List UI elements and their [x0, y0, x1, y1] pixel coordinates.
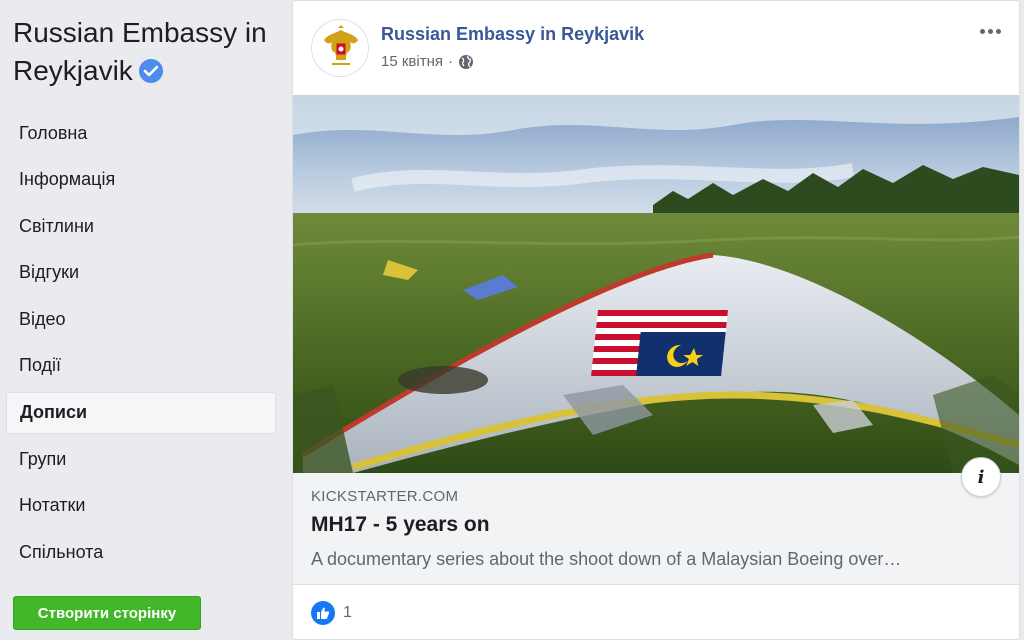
meta-separator: ·: [448, 53, 453, 70]
post-meta: 15 квітня ·: [381, 53, 474, 70]
avatar[interactable]: [311, 19, 369, 77]
nav-item-label: Нотатки: [19, 495, 86, 516]
nav-item-label: Інформація: [19, 169, 116, 190]
nav-item-label: Дописи: [20, 402, 88, 423]
nav-item-about[interactable]: Інформація: [6, 159, 276, 201]
wreckage-photo: [293, 95, 1019, 473]
post-card: Russian Embassy in Reykjavik 15 квітня ·: [292, 0, 1020, 640]
post-author-link[interactable]: Russian Embassy in Reykjavik: [381, 24, 644, 45]
dot-icon: [979, 28, 985, 34]
post-header: Russian Embassy in Reykjavik 15 квітня ·: [293, 1, 1019, 95]
link-preview-meta[interactable]: KICKSTARTER.COM MH17 - 5 years on A docu…: [293, 473, 1019, 585]
nav-item-home[interactable]: Головна: [6, 112, 276, 154]
reactions-summary[interactable]: 1: [311, 601, 352, 625]
verified-badge-icon: [138, 59, 163, 83]
nav-item-label: Події: [19, 355, 62, 376]
nav-item-label: Відео: [19, 308, 66, 329]
nav-item-posts[interactable]: Дописи: [6, 391, 276, 434]
dot-icon: [987, 28, 993, 34]
nav-item-reviews[interactable]: Відгуки: [6, 252, 276, 294]
link-domain: KICKSTARTER.COM: [311, 488, 459, 505]
link-info-button[interactable]: i: [961, 457, 1001, 497]
globe-icon[interactable]: [458, 54, 474, 70]
nav-item-label: Відгуки: [19, 262, 80, 283]
nav-item-photos[interactable]: Світлини: [6, 205, 276, 247]
link-title[interactable]: MH17 - 5 years on: [311, 513, 490, 537]
post-options-button[interactable]: [975, 19, 1005, 43]
nav-item-label: Головна: [19, 122, 88, 143]
embassy-emblem-icon: [313, 21, 368, 76]
post-date-link[interactable]: 15 квітня: [381, 53, 443, 70]
nav-item-community[interactable]: Спільнота: [6, 531, 276, 573]
dot-icon: [995, 28, 1001, 34]
nav-item-label: Спільнота: [19, 541, 104, 562]
nav-item-groups[interactable]: Групи: [6, 438, 276, 480]
reaction-count: 1: [343, 604, 352, 621]
info-icon: i: [977, 466, 985, 488]
nav-item-label: Світлини: [19, 215, 94, 236]
nav-item-videos[interactable]: Відео: [6, 298, 276, 340]
nav-item-label: Групи: [19, 448, 67, 469]
page-sidebar: Russian Embassy in Reykjavik Головна Інф…: [0, 0, 285, 640]
page-nav: Головна Інформація Світлини Відгуки Віде…: [6, 112, 276, 578]
like-icon: [311, 601, 335, 625]
nav-item-events[interactable]: Події: [6, 345, 276, 387]
create-page-button[interactable]: Створити сторінку: [13, 596, 201, 630]
link-preview-image[interactable]: [293, 95, 1019, 473]
link-description: A documentary series about the shoot dow…: [311, 549, 902, 569]
page-title: Russian Embassy in Reykjavik: [13, 14, 273, 90]
nav-item-notes[interactable]: Нотатки: [6, 485, 276, 527]
